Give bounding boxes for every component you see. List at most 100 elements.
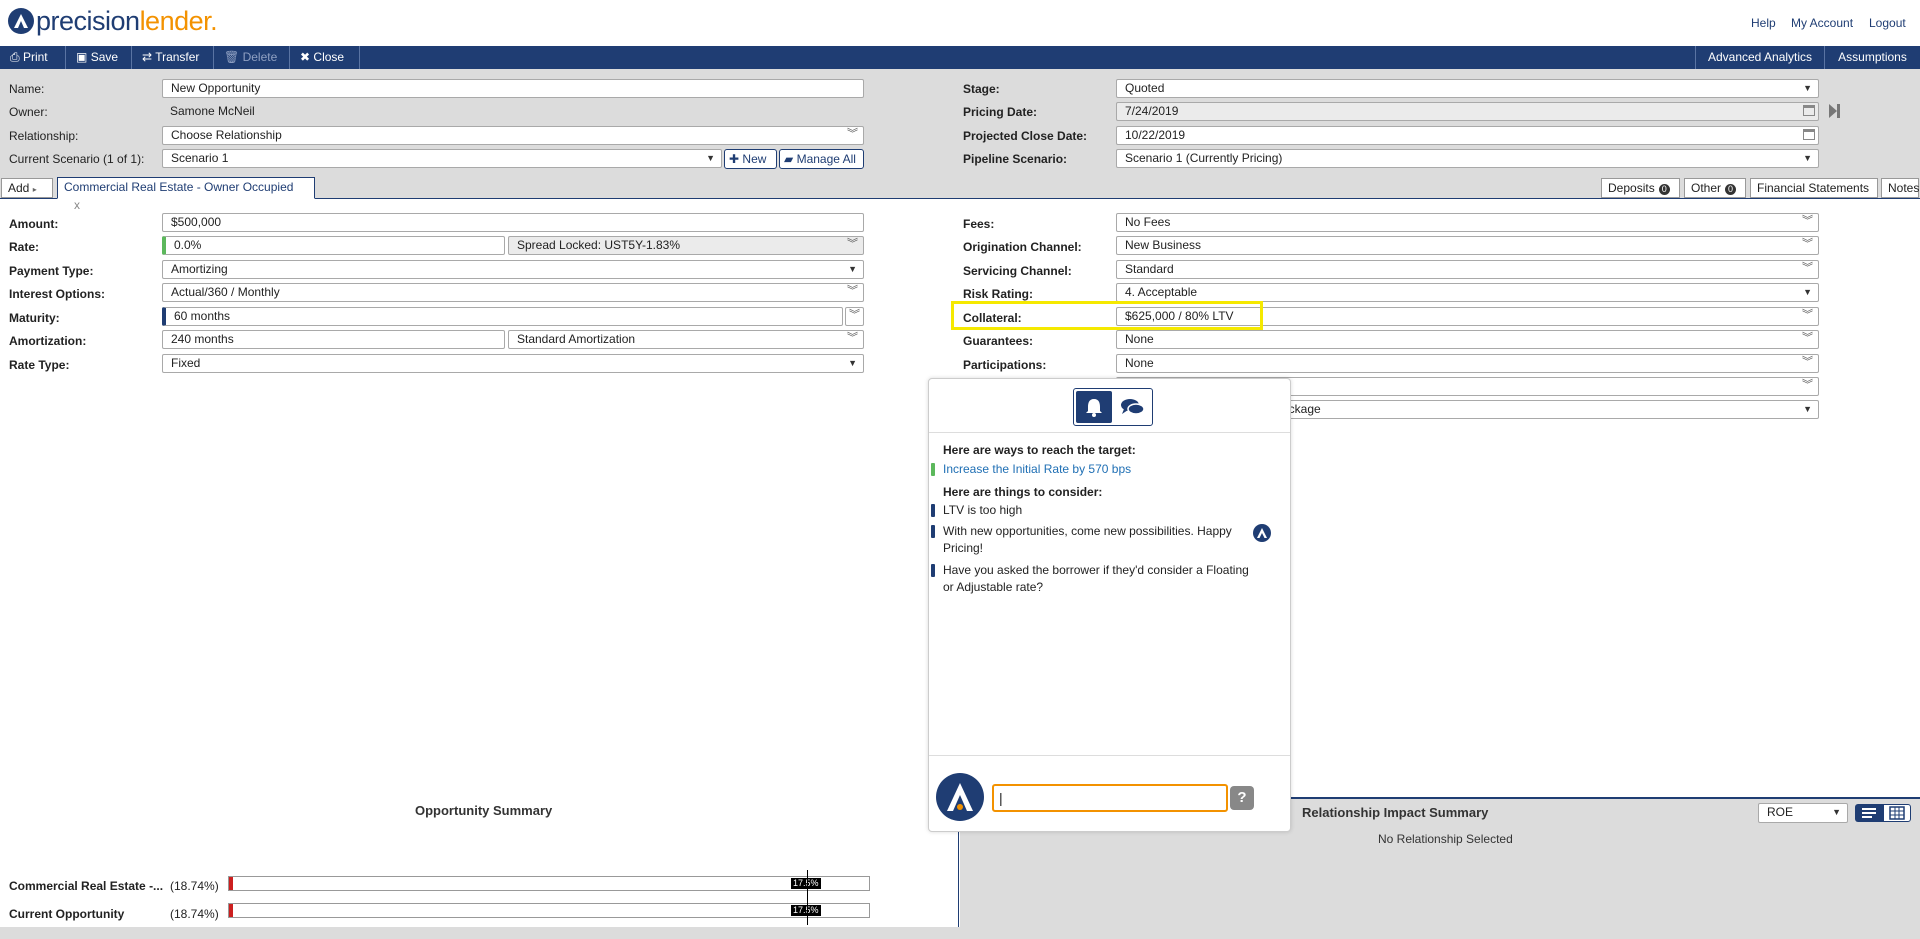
owner-value: Samone McNeil bbox=[170, 104, 255, 118]
footer-strip bbox=[0, 927, 960, 937]
deposits-count-badge: 0 bbox=[1658, 184, 1670, 195]
summary-row-label: Current Opportunity bbox=[9, 907, 125, 921]
amount-field[interactable]: $500,000 bbox=[162, 213, 864, 232]
chevron-down-icon: ▼ bbox=[706, 153, 715, 163]
amortization-field[interactable]: 240 months bbox=[162, 330, 505, 349]
metric-select[interactable]: ROE ▼ bbox=[1758, 803, 1848, 823]
payment-type-select[interactable]: Amortizing ▼ bbox=[162, 260, 864, 279]
close-date-label: Projected Close Date: bbox=[963, 129, 1088, 143]
rate-label: Rate: bbox=[9, 240, 40, 254]
summary-row-pct: (18.74%) bbox=[170, 879, 219, 893]
delete-button[interactable]: 🗑 Delete bbox=[214, 46, 290, 69]
chevron-down-icon: ▼ bbox=[1803, 404, 1812, 414]
target-marker-label: 17.5% bbox=[791, 878, 821, 889]
rate-type-select[interactable]: Fixed ▼ bbox=[162, 354, 864, 373]
interest-options-select[interactable]: Actual/360 / Monthly ︾ bbox=[162, 283, 864, 302]
caret-right-icon: ▸ bbox=[32, 185, 37, 194]
question-icon: ? bbox=[1237, 789, 1247, 806]
help-link[interactable]: Help bbox=[1751, 16, 1776, 30]
conversation-tab[interactable] bbox=[1114, 391, 1150, 423]
target-heading: Here are ways to reach the target: bbox=[943, 443, 1136, 457]
servicing-channel-label: Servicing Channel: bbox=[963, 264, 1072, 278]
assumptions-button[interactable]: Assumptions bbox=[1824, 46, 1920, 69]
name-label: Name: bbox=[9, 82, 45, 96]
relationship-label: Relationship: bbox=[9, 129, 79, 143]
chat-input[interactable]: | bbox=[992, 784, 1228, 812]
print-button[interactable]: ⎙ Print bbox=[0, 46, 66, 69]
maturity-field[interactable]: 60 months bbox=[162, 307, 843, 326]
transfer-button[interactable]: ⇄ Transfer bbox=[132, 46, 214, 69]
bar-fill bbox=[229, 877, 233, 890]
servicing-channel-select[interactable]: Standard ︾ bbox=[1116, 260, 1819, 279]
print-icon: ⎙ bbox=[10, 50, 20, 64]
chat-footer-divider bbox=[929, 755, 1290, 756]
double-chevron-down-icon: ︾ bbox=[1802, 379, 1813, 391]
pricing-date-field[interactable]: 7/24/2019 bbox=[1116, 102, 1819, 121]
stage-select[interactable]: Quoted ▼ bbox=[1116, 79, 1819, 98]
amortization-type-select[interactable]: Standard Amortization ︾ bbox=[508, 330, 864, 349]
precisionlender-logo[interactable]: precision lender. bbox=[8, 5, 218, 36]
maturity-label: Maturity: bbox=[9, 311, 60, 325]
relationship-select[interactable]: Choose Relationship ︾ bbox=[162, 126, 864, 145]
double-chevron-down-icon: ︾ bbox=[1802, 356, 1813, 368]
double-chevron-down-icon: ︾ bbox=[847, 238, 858, 250]
calendar-icon bbox=[1803, 129, 1815, 140]
amortization-label: Amortization: bbox=[9, 334, 87, 348]
trash-icon: 🗑 bbox=[224, 50, 240, 64]
name-field[interactable]: New Opportunity bbox=[162, 79, 864, 98]
tab-close-icon[interactable]: x bbox=[74, 198, 80, 212]
logout-link[interactable]: Logout bbox=[1869, 16, 1906, 30]
notifications-tab[interactable] bbox=[1076, 391, 1112, 423]
close-button[interactable]: ✖ Close bbox=[290, 46, 360, 69]
logo-text-precision: precision bbox=[36, 5, 140, 36]
skip-forward-icon[interactable] bbox=[1829, 104, 1840, 118]
consider-item: LTV is too high bbox=[943, 503, 1023, 517]
rate-field[interactable]: 0.0% bbox=[162, 236, 505, 255]
other-tab[interactable]: Other 0 bbox=[1684, 178, 1746, 198]
add-product-tab[interactable]: Add ▸ bbox=[1, 178, 53, 198]
help-question-button[interactable]: ? bbox=[1230, 786, 1254, 810]
financial-statements-tab[interactable]: Financial Statements bbox=[1750, 178, 1878, 198]
list-view-toggle[interactable] bbox=[1855, 804, 1883, 822]
close-date-field[interactable]: 10/22/2019 bbox=[1116, 126, 1819, 145]
summary-row-bar: 17.5% bbox=[228, 876, 870, 891]
fees-label: Fees: bbox=[963, 217, 995, 231]
grid-view-toggle[interactable] bbox=[1883, 804, 1911, 822]
chevron-down-icon: ▼ bbox=[1803, 83, 1812, 93]
fees-select[interactable]: No Fees ︾ bbox=[1116, 213, 1819, 232]
manage-all-button[interactable]: ▰ Manage All bbox=[779, 149, 864, 169]
advanced-analytics-button[interactable]: Advanced Analytics bbox=[1695, 46, 1824, 69]
scenario-select[interactable]: Scenario 1 ▼ bbox=[162, 149, 722, 168]
double-chevron-down-icon: ︾ bbox=[1802, 238, 1813, 250]
assistant-logo-icon bbox=[936, 773, 984, 821]
origination-channel-select[interactable]: New Business ︾ bbox=[1116, 236, 1819, 255]
double-chevron-down-icon: ︾ bbox=[1802, 262, 1813, 274]
pipeline-scenario-select[interactable]: Scenario 1 (Currently Pricing) ▼ bbox=[1116, 149, 1819, 168]
increase-rate-link[interactable]: Increase the Initial Rate by 570 bps bbox=[943, 461, 1243, 478]
consider-accent bbox=[931, 525, 935, 538]
double-chevron-down-icon: ︾ bbox=[1802, 215, 1813, 227]
risk-rating-select[interactable]: 4. Acceptable ▼ bbox=[1116, 283, 1819, 302]
deposits-tab[interactable]: Deposits 0 bbox=[1601, 178, 1680, 198]
double-chevron-down-icon: ︾ bbox=[847, 128, 858, 140]
my-account-link[interactable]: My Account bbox=[1791, 16, 1853, 30]
tab-commercial-real-estate[interactable]: Commercial Real Estate - Owner Occupied … bbox=[57, 177, 315, 212]
spread-locked-field[interactable]: Spread Locked: UST5Y-1.83% ︾ bbox=[508, 236, 864, 255]
save-button[interactable]: ▣ Save bbox=[66, 46, 132, 69]
guarantees-select[interactable]: None ︾ bbox=[1116, 330, 1819, 349]
new-scenario-button[interactable]: ✚ New bbox=[724, 149, 777, 169]
bar-fill bbox=[229, 904, 233, 917]
participations-select[interactable]: None ︾ bbox=[1116, 354, 1819, 373]
double-chevron-down-icon: ︾ bbox=[1802, 332, 1813, 344]
chat-bubbles-icon bbox=[1121, 399, 1145, 415]
target-line bbox=[807, 870, 808, 925]
relationship-impact-title: Relationship Impact Summary bbox=[1302, 805, 1489, 820]
assistant-avatar-icon bbox=[1253, 524, 1271, 542]
double-chevron-down-icon: ︾ bbox=[847, 332, 858, 344]
close-icon: ✖ bbox=[300, 50, 311, 64]
notes-tab[interactable]: Notes bbox=[1881, 178, 1919, 198]
no-relationship-text: No Relationship Selected bbox=[1378, 832, 1513, 846]
maturity-options-button[interactable]: ︾ bbox=[845, 307, 864, 326]
bell-icon bbox=[1086, 399, 1102, 417]
origination-channel-label: Origination Channel: bbox=[963, 240, 1082, 254]
